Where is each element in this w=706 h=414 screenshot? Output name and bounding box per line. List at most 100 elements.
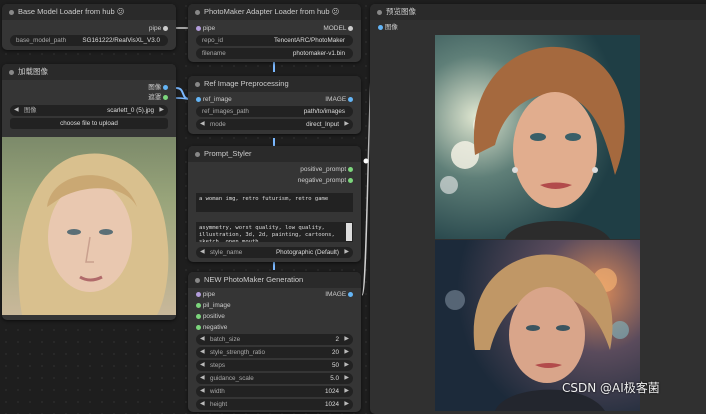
output-pipe[interactable]: pipe bbox=[149, 24, 168, 34]
filename-widget[interactable]: filename photomaker-v1.bin bbox=[196, 48, 353, 59]
socket-icon[interactable] bbox=[196, 25, 201, 31]
output-label: IMAGE bbox=[325, 96, 347, 103]
collapse-dot-icon[interactable] bbox=[195, 81, 200, 87]
node-title: 加载图像 bbox=[18, 67, 48, 76]
socket-icon[interactable] bbox=[163, 25, 168, 31]
output-positive-prompt[interactable]: positive_prompt bbox=[300, 165, 353, 175]
output-model[interactable]: MODEL bbox=[323, 24, 353, 34]
socket-icon[interactable] bbox=[196, 313, 201, 319]
socket-icon[interactable] bbox=[348, 96, 353, 102]
base-model-loader-node[interactable]: Base Model Loader from hub 😕 pipe base_m… bbox=[2, 4, 176, 50]
portrait-photo-icon bbox=[18, 153, 169, 315]
input-image[interactable]: 图像 bbox=[378, 23, 706, 33]
arrow-left-icon[interactable]: ◀ bbox=[200, 334, 205, 345]
socket-icon[interactable] bbox=[196, 291, 201, 297]
load-image-node[interactable]: 加载图像 图像 遮罩 ◀ 图像 scarlett_0 (5).jpg ▶ choose… bbox=[2, 64, 176, 320]
output-image[interactable]: IMAGE bbox=[325, 95, 353, 105]
prompt-styler-node[interactable]: Prompt_Styler positive_prompt negative_p… bbox=[188, 146, 361, 262]
socket-icon[interactable] bbox=[196, 324, 201, 330]
node-header[interactable]: NEW PhotoMaker Generation bbox=[188, 272, 361, 288]
widget-label: guidance_scale bbox=[210, 375, 254, 382]
output-label: 图像 bbox=[148, 84, 162, 91]
arrow-right-icon[interactable]: ▶ bbox=[344, 373, 349, 384]
input-pil-image[interactable]: pil_image bbox=[196, 301, 361, 311]
guidance-scale-widget[interactable]: ◀ guidance_scale 5.0 ▶ bbox=[196, 373, 353, 384]
mode-widget[interactable]: ◀ mode direct_Input ▶ bbox=[196, 119, 353, 130]
arrow-left-icon[interactable]: ◀ bbox=[200, 347, 205, 358]
socket-icon[interactable] bbox=[163, 94, 168, 100]
arrow-right-icon[interactable]: ▶ bbox=[344, 119, 349, 130]
socket-icon[interactable] bbox=[348, 291, 353, 297]
arrow-left-icon[interactable]: ◀ bbox=[200, 386, 205, 397]
input-label: negative bbox=[202, 324, 228, 331]
output-negative-prompt[interactable]: negative_prompt bbox=[298, 176, 353, 186]
base-model-path-widget[interactable]: base_model_path SG161222/RealVisXL_V3.0 bbox=[10, 35, 168, 46]
collapse-dot-icon[interactable] bbox=[9, 69, 14, 75]
input-positive[interactable]: positive bbox=[196, 312, 361, 322]
style-name-widget[interactable]: ◀ style_name Photographic (Default) ▶ bbox=[196, 247, 353, 258]
arrow-left-icon[interactable]: ◀ bbox=[14, 105, 19, 116]
collapse-dot-icon[interactable] bbox=[377, 9, 382, 15]
socket-icon[interactable] bbox=[348, 166, 353, 172]
widget-value: direct_Input bbox=[306, 121, 339, 128]
photomaker-adapter-loader-node[interactable]: PhotoMaker Adapter Loader from hub 😕 pip… bbox=[188, 4, 361, 62]
node-header[interactable]: 预览图像 bbox=[370, 4, 706, 20]
socket-icon[interactable] bbox=[348, 25, 353, 31]
widget-value: photomaker-v1.bin bbox=[292, 50, 345, 57]
arrow-right-icon[interactable]: ▶ bbox=[344, 347, 349, 358]
choose-file-button[interactable]: choose file to upload bbox=[10, 118, 168, 129]
widget-label: style_strength_ratio bbox=[210, 349, 265, 356]
output-image[interactable]: 图像 bbox=[148, 83, 168, 93]
collapse-dot-icon[interactable] bbox=[9, 9, 14, 15]
arrow-right-icon[interactable]: ▶ bbox=[344, 399, 349, 410]
ref-image-preprocessing-node[interactable]: Ref Image Preprocessing ref_image IMAGE … bbox=[188, 76, 361, 134]
collapse-dot-icon[interactable] bbox=[195, 277, 200, 283]
arrow-right-icon[interactable]: ▶ bbox=[344, 247, 349, 258]
widget-value: Photographic (Default) bbox=[275, 249, 339, 256]
socket-icon[interactable] bbox=[348, 177, 353, 183]
height-widget[interactable]: ◀ height 1024 ▶ bbox=[196, 399, 353, 410]
widget-label: 图像 bbox=[24, 107, 37, 114]
output-image[interactable]: IMAGE bbox=[325, 290, 353, 300]
socket-icon[interactable] bbox=[163, 84, 168, 90]
steps-widget[interactable]: ◀ steps 50 ▶ bbox=[196, 360, 353, 371]
widget-value: SG161222/RealVisXL_V3.0 bbox=[82, 37, 160, 44]
collapse-dot-icon[interactable] bbox=[195, 9, 200, 15]
node-header[interactable]: Ref Image Preprocessing bbox=[188, 76, 361, 92]
arrow-right-icon[interactable]: ▶ bbox=[344, 386, 349, 397]
arrow-right-icon[interactable]: ▶ bbox=[344, 360, 349, 371]
node-header[interactable]: 加载图像 bbox=[2, 64, 176, 80]
image-select-widget[interactable]: ◀ 图像 scarlett_0 (5).jpg ▶ bbox=[10, 105, 168, 116]
node-title: Base Model Loader from hub 😕 bbox=[18, 7, 125, 16]
negative-prompt-textarea[interactable]: asymmetry, worst quality, low quality, i… bbox=[196, 222, 353, 242]
widget-value: 20 bbox=[331, 349, 339, 356]
input-negative[interactable]: negative bbox=[196, 323, 361, 333]
width-widget[interactable]: ◀ width 1024 ▶ bbox=[196, 386, 353, 397]
node-title: Ref Image Preprocessing bbox=[204, 79, 289, 88]
repo-id-widget[interactable]: repo_id TencentARC/PhotoMaker bbox=[196, 35, 353, 46]
arrow-left-icon[interactable]: ◀ bbox=[200, 373, 205, 384]
ref-images-path-widget[interactable]: ref_images_path path/to/images bbox=[196, 106, 353, 117]
output-label: 遮罩 bbox=[148, 94, 162, 101]
photomaker-generation-node[interactable]: NEW PhotoMaker Generation pipe IMAGE pil… bbox=[188, 272, 361, 412]
arrow-right-icon[interactable]: ▶ bbox=[159, 105, 164, 116]
arrow-left-icon[interactable]: ◀ bbox=[200, 399, 205, 410]
arrow-left-icon[interactable]: ◀ bbox=[200, 360, 205, 371]
node-header[interactable]: Prompt_Styler bbox=[188, 146, 361, 162]
textarea-scrollbar[interactable] bbox=[346, 223, 352, 241]
arrow-right-icon[interactable]: ▶ bbox=[344, 334, 349, 345]
widget-label: style_name bbox=[210, 249, 243, 256]
output-mask[interactable]: 遮罩 bbox=[148, 93, 168, 103]
preview-image-node[interactable]: 预览图像 图像 bbox=[370, 4, 706, 414]
socket-icon[interactable] bbox=[196, 302, 201, 308]
arrow-left-icon[interactable]: ◀ bbox=[200, 119, 205, 130]
socket-icon[interactable] bbox=[378, 24, 383, 30]
batch-size-widget[interactable]: ◀ batch_size 2 ▶ bbox=[196, 334, 353, 345]
positive-prompt-textarea[interactable]: a woman img, retro futurism, retro game bbox=[196, 193, 353, 212]
arrow-left-icon[interactable]: ◀ bbox=[200, 247, 205, 258]
node-header[interactable]: Base Model Loader from hub 😕 bbox=[2, 4, 176, 20]
collapse-dot-icon[interactable] bbox=[195, 151, 200, 157]
style-strength-ratio-widget[interactable]: ◀ style_strength_ratio 20 ▶ bbox=[196, 347, 353, 358]
node-header[interactable]: PhotoMaker Adapter Loader from hub 😕 bbox=[188, 4, 361, 20]
socket-icon[interactable] bbox=[196, 96, 201, 102]
